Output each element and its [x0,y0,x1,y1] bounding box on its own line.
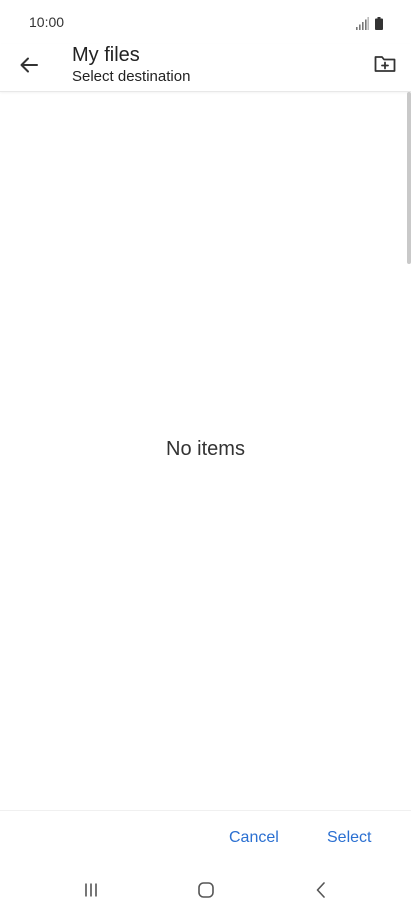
select-button[interactable]: Select [327,829,371,847]
file-list[interactable]: No items [0,92,411,810]
new-folder-icon [374,56,396,72]
signal-icon [356,17,369,30]
recents-icon [85,883,97,897]
nav-bar [0,866,411,914]
back-button[interactable] [14,50,44,80]
battery-icon [375,17,383,30]
back-icon [316,882,325,898]
cancel-button[interactable]: Cancel [229,829,279,847]
screen: 10:00 My files Select destination No ite… [0,0,411,914]
status-time: 10:00 [29,14,65,30]
status-bar: 10:00 [0,0,411,44]
action-bar: Cancel Select [0,810,411,866]
page-title: My files [72,44,140,66]
arrow-left-icon [20,57,38,73]
empty-message: No items [166,438,245,460]
nav-recents-button[interactable] [79,880,103,900]
nav-back-button[interactable] [309,880,333,900]
scrollbar[interactable] [407,92,411,264]
app-bar: My files Select destination [0,44,411,92]
status-icons [356,14,383,30]
home-icon [198,882,214,898]
page-subtitle: Select destination [72,68,191,85]
new-folder-button[interactable] [371,50,399,78]
nav-home-button[interactable] [194,880,218,900]
